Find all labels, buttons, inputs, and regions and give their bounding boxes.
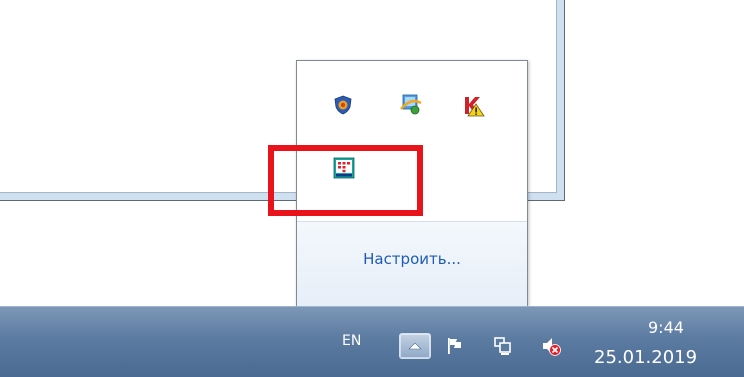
kaspersky-warning-icon[interactable]: [463, 95, 485, 117]
action-center-flag-icon[interactable]: [444, 335, 466, 357]
popup-footer: Настроить...: [297, 221, 527, 306]
volume-muted-icon[interactable]: [540, 335, 562, 357]
chevron-up-icon: [408, 342, 422, 350]
system-clock[interactable]: 9:44 25.01.2019: [586, 317, 736, 371]
clock-time: 9:44: [648, 318, 684, 337]
internet-network-icon[interactable]: [399, 93, 423, 117]
language-indicator[interactable]: EN: [342, 333, 361, 349]
highlight-rectangle: [268, 145, 423, 216]
network-icon[interactable]: [492, 335, 514, 357]
taskbar: EN 9:44 25.01.2019: [0, 306, 744, 377]
clock-date: 25.01.2019: [594, 347, 698, 368]
show-hidden-icons-button[interactable]: [399, 333, 431, 359]
customize-link[interactable]: Настроить...: [297, 250, 527, 268]
security-shield-icon[interactable]: [333, 95, 353, 115]
